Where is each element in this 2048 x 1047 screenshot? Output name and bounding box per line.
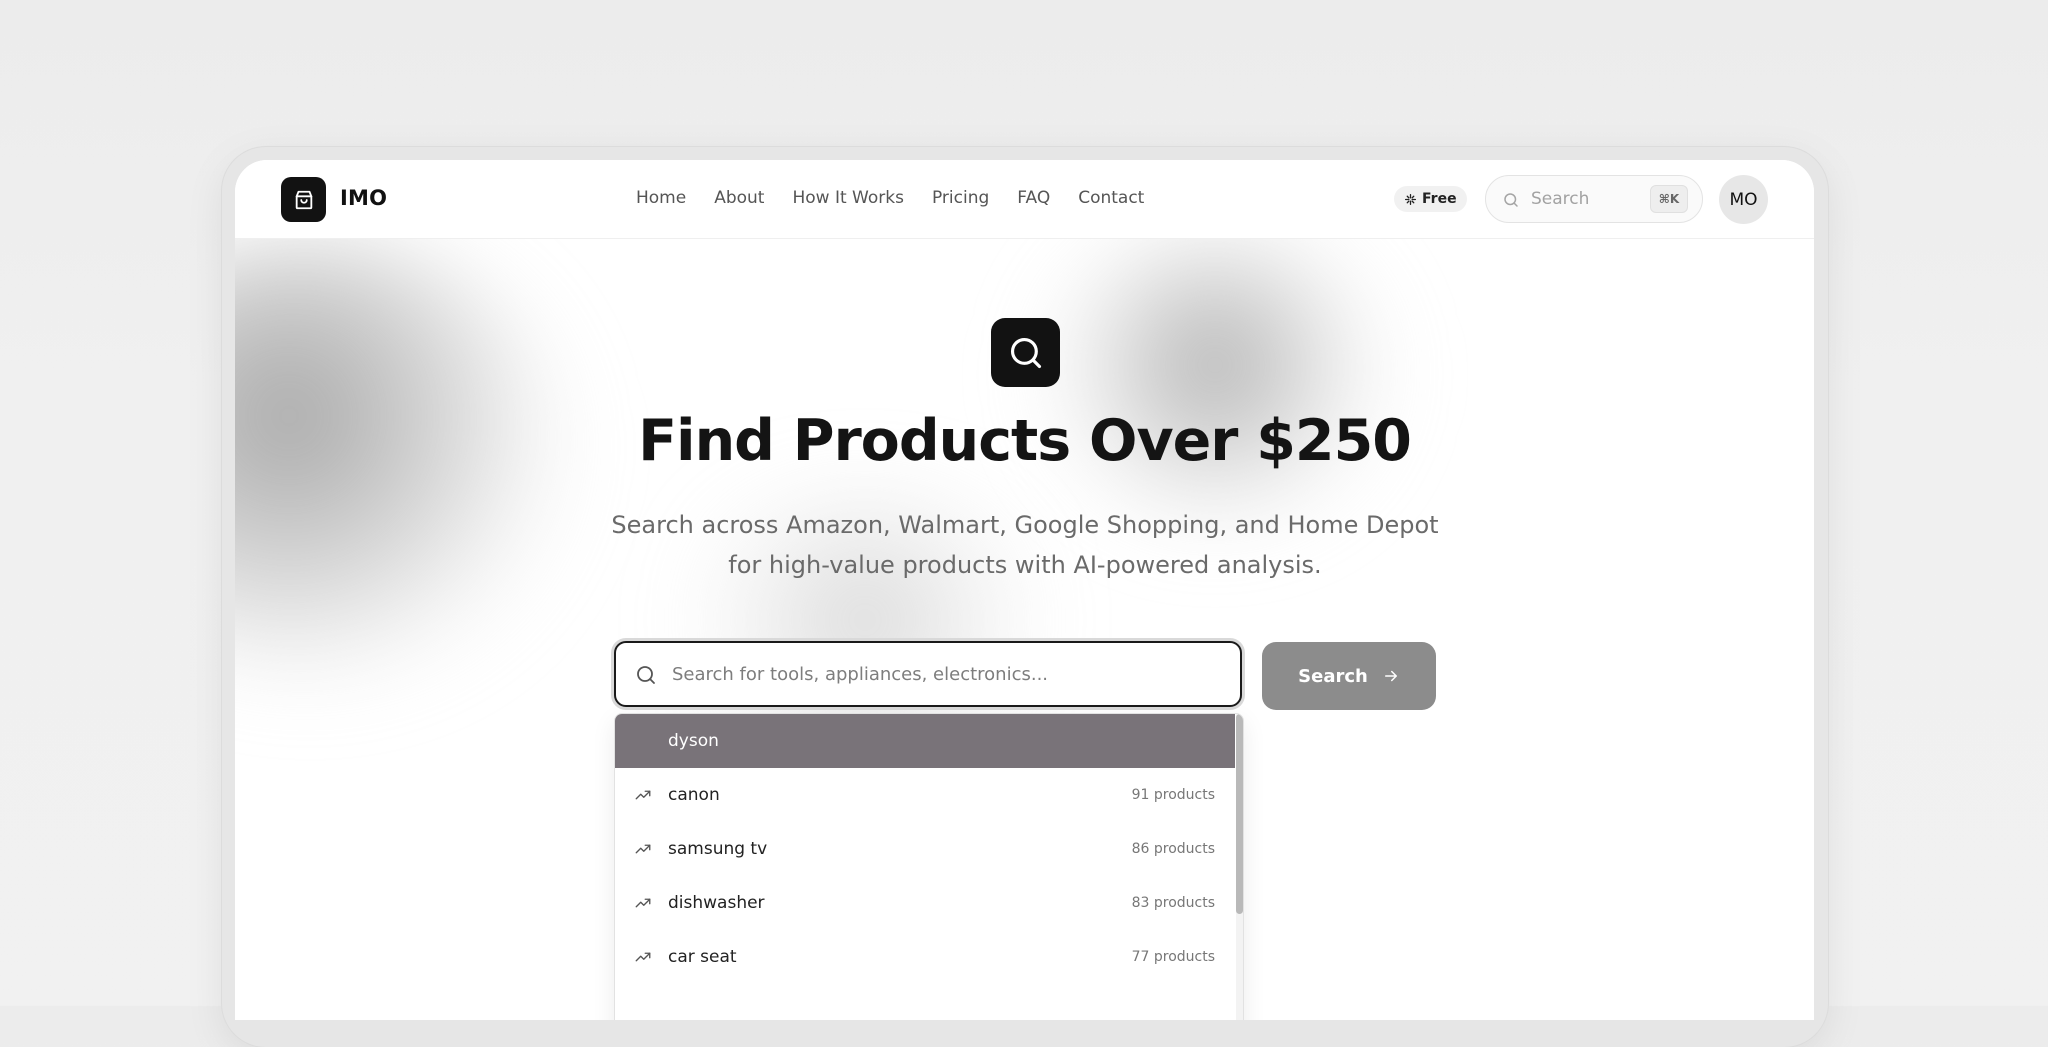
dropdown-scrollbar-thumb[interactable] [1236, 714, 1243, 914]
free-badge-label: Free [1422, 191, 1457, 207]
search-icon [637, 666, 655, 684]
nav-link-pricing[interactable]: Pricing [932, 188, 989, 208]
app-window: IMO Home About How It Works Pricing FAQ … [235, 160, 1814, 1020]
trending-up-icon [635, 952, 651, 962]
nav-link-contact[interactable]: Contact [1078, 188, 1144, 208]
user-avatar[interactable]: MO [1719, 175, 1768, 224]
suggestion-item[interactable]: canon 91 products [615, 768, 1235, 822]
nav-link-how-it-works[interactable]: How It Works [792, 188, 903, 208]
arrow-right-icon [1384, 670, 1397, 682]
search-suggestions-dropdown: dyson canon 91 products samsung tv 86 pr… [614, 713, 1244, 1020]
suggestion-count: 77 products [1131, 949, 1215, 965]
hero-search-badge [991, 318, 1060, 387]
search-button[interactable]: Search [1262, 642, 1436, 710]
suggestion-label: samsung tv [668, 839, 768, 859]
nav-links: Home About How It Works Pricing FAQ Cont… [636, 188, 1172, 208]
suggestion-item[interactable]: dishwasher 83 products [615, 876, 1235, 930]
suggestion-label: dishwasher [668, 893, 765, 913]
suggestion-count: 83 products [1131, 895, 1215, 911]
suggestion-item[interactable]: car seat 77 products [615, 930, 1235, 984]
background-blob-center [1035, 230, 1395, 530]
trending-up-icon [635, 790, 651, 800]
dropdown-scrollbar[interactable] [1236, 714, 1243, 1020]
global-search-field[interactable]: Search ⌘K [1485, 175, 1703, 223]
free-plan-badge[interactable]: Free [1394, 186, 1467, 212]
global-search-placeholder: Search [1531, 189, 1590, 209]
suggestion-item[interactable]: samsung tv 86 products [615, 822, 1235, 876]
nav-link-faq[interactable]: FAQ [1017, 188, 1050, 208]
nav-link-home[interactable]: Home [636, 188, 686, 208]
search-button-label: Search [1298, 665, 1368, 687]
suggestion-label: dyson [668, 731, 719, 751]
search-icon [1504, 193, 1518, 207]
brand-name[interactable]: IMO [340, 186, 387, 210]
trending-up-icon [635, 844, 651, 854]
suggestion-label: car seat [668, 947, 737, 967]
keyboard-shortcut-badge: ⌘K [1650, 185, 1688, 213]
hero-subtitle: Search across Amazon, Walmart, Google Sh… [611, 511, 1439, 579]
product-search-field[interactable] [614, 641, 1242, 707]
trending-up-icon [635, 898, 651, 908]
nav-link-about[interactable]: About [714, 188, 764, 208]
brand-logo[interactable] [281, 177, 326, 222]
shopping-bag-icon [295, 190, 312, 209]
suggestion-count: 86 products [1131, 841, 1215, 857]
sparkle-icon [1404, 193, 1417, 205]
search-icon [1010, 337, 1041, 368]
hero-title: Find Products Over $250 [638, 408, 1412, 474]
suggestion-count: 91 products [1131, 787, 1215, 803]
top-navbar: IMO Home About How It Works Pricing FAQ … [235, 160, 1814, 239]
suggestion-label: canon [668, 785, 720, 805]
product-search-input[interactable] [672, 657, 1212, 691]
suggestion-item[interactable]: dyson [615, 714, 1235, 768]
